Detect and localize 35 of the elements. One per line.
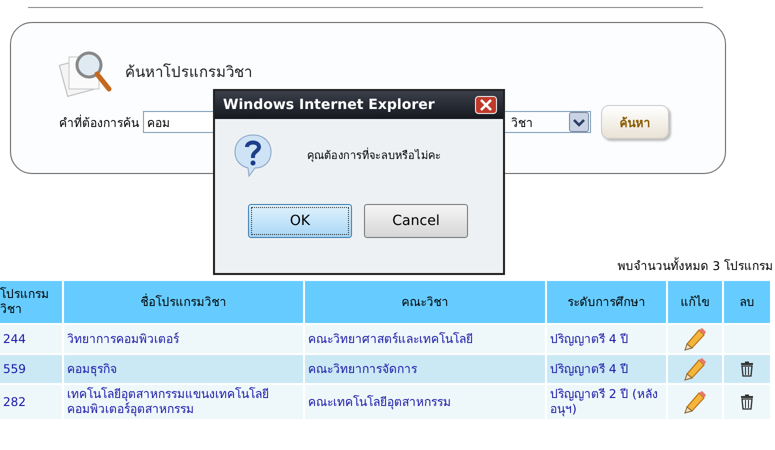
close-icon[interactable] [475, 96, 497, 114]
ok-button[interactable]: OK [248, 204, 352, 238]
table-cell: 559 [0, 355, 62, 383]
table-cell: ปริญญาตรี 2 ปี (หลังอนุฯ) [547, 385, 666, 419]
column-header: คณะวิชา [305, 281, 545, 323]
program-link[interactable]: วิทยาการคอมพิวเตอร์ [64, 325, 303, 353]
result-count: พบจำนวนทั้งหมด 3 โปรแกรม [616, 256, 773, 275]
program-link[interactable]: คอมธุรกิจ [64, 355, 303, 383]
question-icon [233, 133, 273, 177]
dialog-message: คุณต้องการที่จะลบหรือไม่คะ [307, 146, 441, 164]
faculty-link[interactable]: คณะเทคโนโลยีอุตสาหกรรม [305, 385, 545, 419]
column-header: โปรแกรมวิชา [0, 281, 62, 323]
dropdown-icon[interactable] [569, 112, 589, 132]
table-cell: ปริญญาตรี 4 ปี [547, 355, 666, 383]
cancel-button[interactable]: Cancel [364, 204, 468, 238]
program-link[interactable]: เทคโนโลยีอุตสาหกรรมแขนงเทคโนโลยีคอมพิวเตอร์อุตสาหกรรม [64, 385, 303, 419]
category-select[interactable]: วิชา [505, 111, 591, 133]
faculty-link[interactable]: คณะวิทยาการจัดการ [305, 355, 545, 383]
pencil-icon[interactable] [683, 390, 707, 414]
column-header: ลบ [724, 281, 770, 323]
search-button[interactable]: ค้นหา [601, 105, 669, 139]
column-header: ชื่อโปรแกรมวิชา [64, 281, 303, 323]
column-header: ระดับการศึกษา [547, 281, 666, 323]
trash-icon[interactable] [739, 394, 755, 410]
table-cell: ปริญญาตรี 4 ปี [547, 325, 666, 353]
dialog-title: Windows Internet Explorer [223, 97, 435, 113]
table-cell: 282 [0, 385, 62, 419]
column-header: แก้ไข [668, 281, 722, 323]
search-label: คำที่ต้องการค้น [59, 114, 139, 132]
pencil-icon[interactable] [683, 327, 707, 351]
pencil-icon[interactable] [683, 357, 707, 381]
trash-icon[interactable] [739, 361, 755, 377]
faculty-link[interactable]: คณะวิทยาศาสตร์และเทคโนโลยี [305, 325, 545, 353]
table-cell: 244 [0, 325, 62, 353]
search-panel-title: ค้นหาโปรแกรมวิชา [125, 62, 252, 83]
